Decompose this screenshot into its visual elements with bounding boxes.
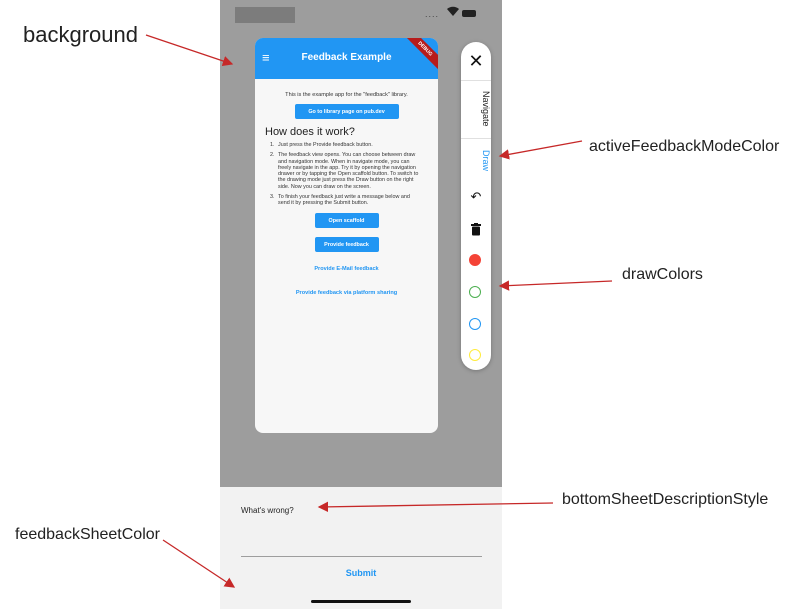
- annotation-bottom-sheet-description-style: bottomSheetDescriptionStyle: [562, 491, 769, 508]
- status-bar: ....: [220, 0, 502, 28]
- step-number: 3.: [270, 194, 275, 201]
- trash-icon[interactable]: [470, 223, 482, 236]
- annotation-background: background: [23, 22, 138, 47]
- divider: [461, 80, 491, 81]
- status-time-redacted: [235, 7, 295, 23]
- intro-text: This is the example app for the "feedbac…: [285, 92, 408, 98]
- provide-feedback-button[interactable]: Provide feedback: [314, 236, 379, 252]
- annotation-feedback-sheet-color: feedbackSheetColor: [15, 526, 160, 543]
- sheet-description: What's wrong?: [241, 506, 294, 515]
- feedback-mode-panel: ✕ Navigate Draw ↶: [461, 42, 491, 370]
- step-text: Just press the Provide feedback button.: [278, 142, 373, 148]
- list-item: 2. The feedback view opens. You can choos…: [270, 152, 423, 190]
- wifi-icon: [446, 4, 460, 20]
- feedback-text-input[interactable]: [241, 517, 486, 557]
- divider: [461, 138, 491, 139]
- share-feedback-link[interactable]: Provide feedback via platform sharing: [264, 290, 429, 296]
- steps-list: 1. Just press the Provide feedback button…: [264, 142, 429, 207]
- red-color-swatch[interactable]: [469, 254, 481, 266]
- phone-screen: .... ≡ Feedback Example DEBUG This is th…: [220, 0, 502, 609]
- feedback-bottom-sheet: What's wrong? Submit: [220, 487, 502, 609]
- annotation-draw-colors: drawColors: [622, 266, 703, 283]
- step-number: 1.: [270, 142, 275, 148]
- step-text: To finish your feedback just write a mes…: [278, 194, 410, 207]
- library-page-button[interactable]: Go to library page on pub.dev: [294, 104, 399, 119]
- blue-color-swatch[interactable]: [469, 318, 481, 330]
- draw-mode-button[interactable]: Draw: [461, 148, 491, 174]
- arrow-active-feedback-mode-color: [498, 140, 583, 160]
- navigate-mode-button[interactable]: Navigate: [461, 87, 491, 130]
- yellow-color-swatch[interactable]: [469, 349, 481, 361]
- home-indicator: [311, 600, 411, 603]
- list-item: 1. Just press the Provide feedback button…: [270, 142, 423, 148]
- app-content: This is the example app for the "feedbac…: [255, 79, 438, 296]
- battery-icon: [462, 10, 476, 17]
- step-number: 2.: [270, 152, 275, 159]
- app-title: Feedback Example: [301, 52, 392, 63]
- close-icon[interactable]: ✕: [461, 51, 491, 72]
- email-feedback-link[interactable]: Provide E-Mail feedback: [264, 266, 429, 272]
- submit-button[interactable]: Submit: [220, 568, 502, 578]
- app-bar: ≡ Feedback Example DEBUG: [255, 38, 438, 79]
- signal-dots: ....: [425, 9, 440, 19]
- app-preview[interactable]: ≡ Feedback Example DEBUG This is the exa…: [255, 38, 438, 433]
- green-color-swatch[interactable]: [469, 286, 481, 298]
- open-scaffold-button[interactable]: Open scaffold: [314, 212, 379, 228]
- how-it-works-heading: How does it work?: [265, 126, 355, 138]
- undo-icon[interactable]: ↶: [461, 189, 491, 205]
- input-underline: [241, 556, 482, 557]
- list-item: 3. To finish your feedback just write a m…: [270, 194, 423, 207]
- step-text: The feedback view opens. You can choose …: [278, 152, 419, 190]
- annotation-active-feedback-mode-color: activeFeedbackModeColor: [589, 138, 780, 155]
- arrow-draw-colors: [498, 280, 613, 291]
